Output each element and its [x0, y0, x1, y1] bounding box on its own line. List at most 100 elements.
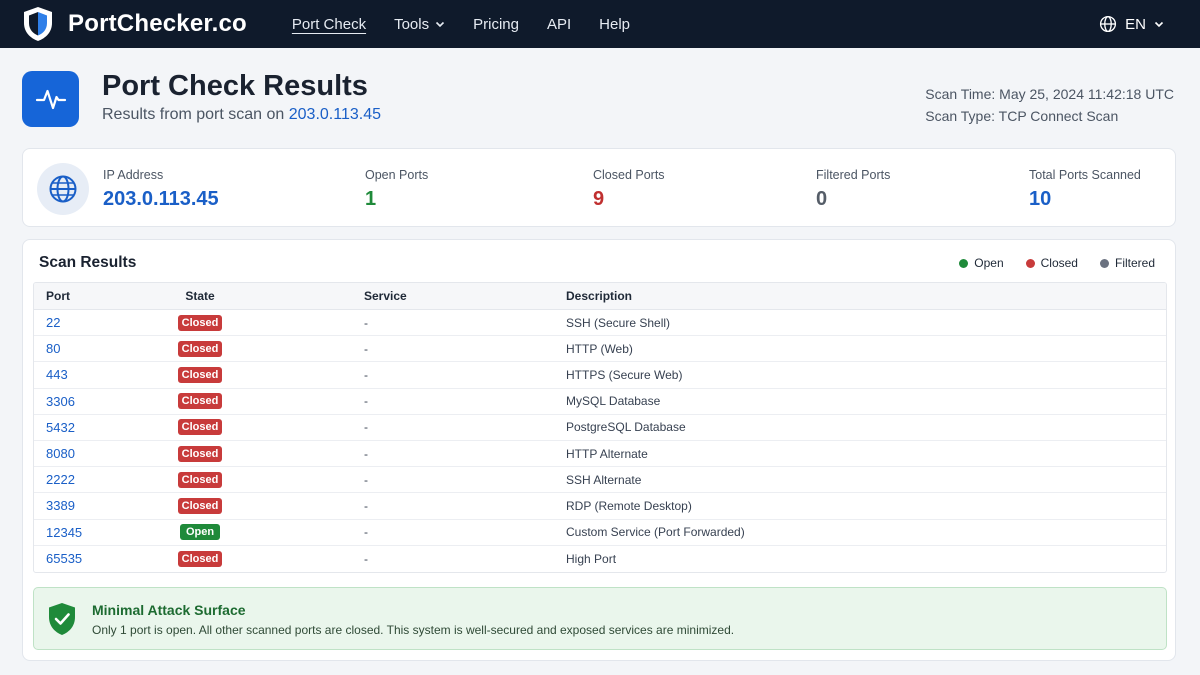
- description-cell: SSH (Secure Shell): [566, 315, 671, 330]
- state-cell: Closed: [154, 389, 246, 414]
- state-badge: Closed: [177, 445, 223, 462]
- port-link[interactable]: 3306: [46, 394, 75, 409]
- port-cell: 3389: [46, 493, 75, 518]
- description-cell: SSH Alternate: [566, 472, 642, 487]
- table-row: 2222 Closed - SSH Alternate: [34, 467, 1166, 494]
- description-cell: RDP (Remote Desktop): [566, 498, 692, 513]
- state-badge: Closed: [177, 314, 223, 331]
- table-row: 65535 Closed - High Port: [34, 546, 1166, 572]
- table-row: 22 Closed - SSH (Secure Shell): [34, 310, 1166, 337]
- results-table: Port State Service Description 22 Closed -…: [33, 282, 1167, 573]
- notice-title: Minimal Attack Surface: [92, 602, 246, 618]
- port-cell: 3306: [46, 389, 75, 414]
- service-cell: -: [364, 498, 368, 513]
- state-badge: Closed: [177, 393, 223, 410]
- stat-label: Closed Ports: [593, 168, 665, 182]
- description-cell: HTTPS (Secure Web): [566, 367, 683, 382]
- subtitle-prefix: Results from port scan on: [102, 106, 285, 123]
- description-cell: HTTP Alternate: [566, 446, 648, 461]
- description-cell: Custom Service (Port Forwarded): [566, 525, 745, 540]
- state-cell: Closed: [154, 415, 246, 440]
- brand-name: PortChecker.co: [68, 10, 247, 37]
- stat-open-ports: Open Ports 1: [365, 168, 428, 211]
- description-cell: High Port: [566, 551, 617, 566]
- open-dot-icon: [959, 258, 969, 268]
- table-row: 12345 Open - Custom Service (Port Forwarded…: [34, 520, 1166, 546]
- nav-help[interactable]: Help: [599, 16, 630, 33]
- service-cell: -: [364, 446, 368, 461]
- port-cell: 80: [46, 336, 60, 361]
- description-cell: PostgreSQL Database: [566, 420, 686, 435]
- port-link[interactable]: 443: [46, 367, 68, 382]
- state-cell: Closed: [154, 467, 246, 492]
- nav-port-check[interactable]: Port Check: [292, 16, 366, 33]
- stat-value: 9: [593, 188, 605, 210]
- service-cell: -: [364, 420, 368, 435]
- stat-closed-ports: Closed Ports 9: [593, 168, 665, 211]
- state-cell: Closed: [154, 546, 246, 572]
- globe-icon: [1100, 15, 1117, 33]
- attack-surface-notice: Minimal Attack Surface Only 1 port is op…: [33, 587, 1167, 650]
- port-cell: 2222: [46, 467, 75, 492]
- stats-card: IP Address 203.0.113.45 Open Ports 1 Clo…: [22, 148, 1176, 227]
- state-badge: Closed: [177, 366, 223, 383]
- port-link[interactable]: 2222: [46, 472, 75, 487]
- globe-badge: [37, 163, 89, 215]
- port-link[interactable]: 8080: [46, 446, 75, 461]
- service-cell: -: [364, 525, 368, 540]
- nav-tools[interactable]: Tools: [394, 16, 445, 33]
- table-row: 3306 Closed - MySQL Database: [34, 389, 1166, 415]
- notice-text: Only 1 port is open. All other scanned p…: [92, 623, 735, 637]
- nav-pricing[interactable]: Pricing: [473, 16, 519, 33]
- scan-results-card: Scan Results Open Closed Filtered Port S…: [22, 239, 1176, 661]
- state-badge: Open: [179, 524, 221, 541]
- state-cell: Closed: [154, 493, 246, 518]
- legend-label: Filtered: [1114, 256, 1155, 270]
- top-navbar: PortChecker.co Port Check Tools Pricing …: [0, 0, 1200, 48]
- state-badge: Closed: [177, 419, 223, 436]
- port-cell: 22: [46, 310, 60, 335]
- port-link[interactable]: 5432: [46, 420, 75, 435]
- port-cell: 443: [46, 362, 68, 387]
- nav-links: Port Check Tools Pricing API Help: [292, 16, 630, 33]
- port-link[interactable]: 80: [46, 341, 60, 356]
- language-label: EN: [1125, 15, 1146, 33]
- service-cell: -: [364, 394, 368, 409]
- stat-ip-address: IP Address 203.0.113.45: [103, 168, 219, 211]
- stat-value: 10: [1029, 188, 1052, 210]
- stat-label: Filtered Ports: [816, 168, 891, 182]
- nav-tools-label: Tools: [394, 15, 430, 33]
- page-title: Port Check Results: [102, 70, 368, 102]
- table-row: 8080 Closed - HTTP Alternate: [34, 441, 1166, 468]
- stat-filtered-ports: Filtered Ports 0: [816, 168, 890, 211]
- state-legend: Open Closed Filtered: [959, 256, 1155, 270]
- page-header: Port Check Results Results from port sca…: [0, 48, 1200, 146]
- port-link[interactable]: 65535: [46, 551, 82, 566]
- nav-port-check-label: Port Check: [291, 15, 367, 33]
- port-link[interactable]: 3389: [46, 498, 75, 513]
- nav-help-label: Help: [599, 15, 631, 33]
- nav-api[interactable]: API: [547, 16, 571, 33]
- description-cell: HTTP (Web): [566, 341, 633, 356]
- stat-label: IP Address: [103, 168, 164, 182]
- chevron-down-icon: [1154, 21, 1164, 28]
- brand[interactable]: PortChecker.co: [22, 6, 247, 42]
- table-row: 80 Closed - HTTP (Web): [34, 336, 1166, 363]
- legend-closed: Closed: [1025, 256, 1078, 270]
- nav-pricing-label: Pricing: [473, 15, 519, 33]
- subtitle-ip-link[interactable]: 203.0.113.45: [289, 106, 381, 123]
- service-cell: -: [364, 367, 368, 382]
- service-cell: -: [364, 551, 368, 566]
- table-header: Port State Service Description: [34, 283, 1166, 310]
- globe-icon: [49, 175, 77, 203]
- service-cell: -: [364, 472, 368, 487]
- scan-meta: Scan Time: May 25, 2024 11:42:18 UTC Sca…: [925, 83, 1174, 127]
- shield-check-icon: [49, 603, 75, 635]
- legend-filtered: Filtered: [1099, 256, 1155, 270]
- language-selector[interactable]: EN: [1099, 15, 1178, 33]
- port-link[interactable]: 12345: [46, 525, 82, 540]
- table-row: 5432 Closed - PostgreSQL Database: [34, 415, 1166, 441]
- state-cell: Closed: [154, 441, 246, 466]
- page-subtitle: Results from port scan on 203.0.113.45: [102, 106, 381, 124]
- port-link[interactable]: 22: [46, 315, 60, 330]
